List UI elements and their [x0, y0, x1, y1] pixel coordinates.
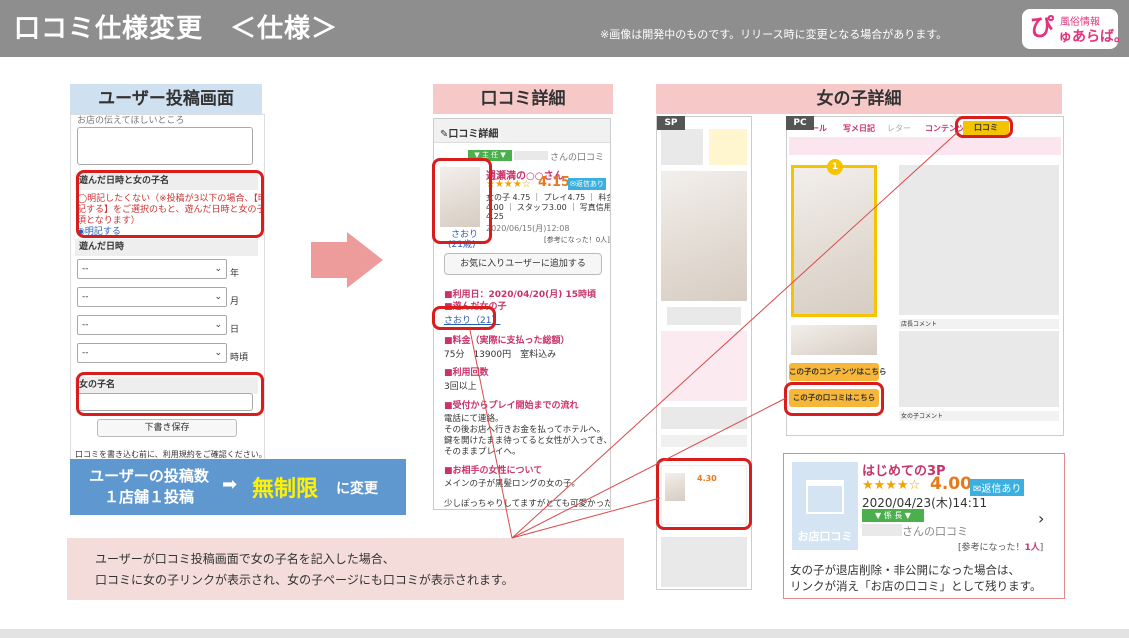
connector-lines	[469, 129, 961, 539]
connector-line-3	[511, 397, 787, 539]
connector-line-4	[511, 129, 961, 539]
connector-line-1	[469, 329, 513, 539]
bottom-strip	[0, 629, 1129, 638]
